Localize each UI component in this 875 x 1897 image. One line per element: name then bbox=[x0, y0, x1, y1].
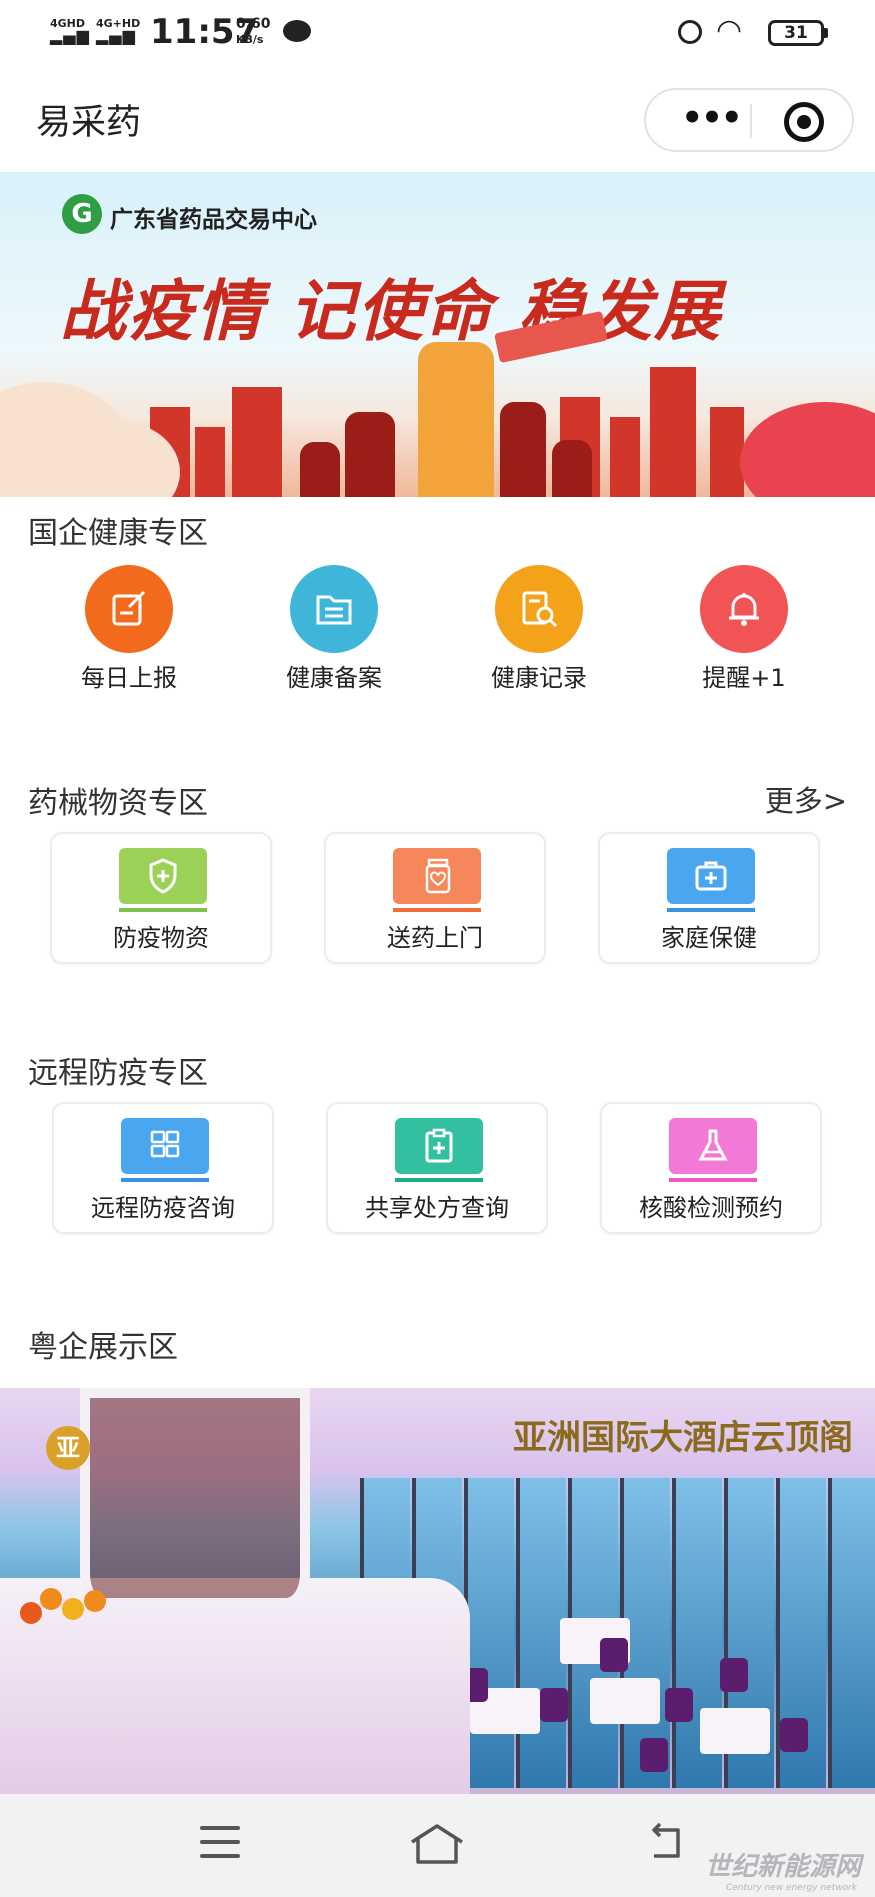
network-speed: 0.60 KB/s bbox=[236, 16, 271, 46]
health-item-label: 提醒+1 bbox=[702, 664, 786, 692]
watermark: 世纪新能源网 bbox=[704, 1852, 861, 1882]
more-menu-button[interactable]: ••• bbox=[676, 98, 746, 142]
health-item-label: 健康记录 bbox=[491, 664, 587, 692]
fruit-decoration bbox=[84, 1590, 106, 1612]
back-icon[interactable] bbox=[646, 1822, 686, 1862]
section-title-supplies: 药械物资专区 bbox=[28, 786, 208, 821]
menu-icon[interactable] bbox=[200, 1826, 240, 1858]
promo-banner[interactable]: G 广东省药品交易中心 战疫情 记使命 稳发展 bbox=[0, 172, 875, 497]
signal-indicator-1: 4GHD ▂▄▆ bbox=[50, 17, 90, 45]
fruit-decoration bbox=[40, 1588, 62, 1610]
dining-table bbox=[590, 1678, 660, 1724]
dining-chair bbox=[780, 1718, 808, 1752]
status-bar: 4GHD ▂▄▆ 4G+HD ▂▄▆ 11:57 0.60 KB/s ◠ 31 bbox=[0, 0, 875, 66]
card-label: 防疫物资 bbox=[113, 924, 209, 952]
skyline-building bbox=[195, 427, 225, 497]
card-remote-consultation[interactable]: 远程防疫咨询 bbox=[52, 1102, 274, 1234]
more-link[interactable]: 更多> bbox=[765, 778, 847, 820]
battery-tip bbox=[824, 28, 828, 38]
card-medicine-delivery[interactable]: 送药上门 bbox=[324, 832, 546, 964]
raised-fist-decoration bbox=[300, 442, 340, 497]
skyline-building bbox=[650, 367, 696, 497]
window-panel bbox=[516, 1478, 566, 1788]
chat-notification-icon bbox=[283, 20, 311, 42]
window-panel bbox=[828, 1478, 875, 1788]
section-title-remote: 远程防疫专区 bbox=[28, 1056, 208, 1091]
prescription-icon bbox=[395, 1118, 483, 1182]
raised-fist-decoration bbox=[500, 402, 546, 497]
watermark-subtitle: Century new energy network bbox=[725, 1883, 857, 1893]
card-label: 共享处方查询 bbox=[365, 1194, 509, 1222]
consult-screen-icon bbox=[121, 1118, 209, 1182]
card-accent-bar bbox=[121, 1178, 209, 1182]
card-accent-bar bbox=[119, 908, 207, 912]
dining-chair bbox=[600, 1638, 628, 1672]
bell-icon bbox=[700, 565, 788, 653]
dining-chair bbox=[540, 1688, 568, 1722]
nav-bar: 易采药 ••• bbox=[0, 66, 875, 172]
battery-level: 31 bbox=[784, 23, 808, 43]
card-accent-bar bbox=[667, 908, 755, 912]
card-label: 家庭保健 bbox=[661, 924, 757, 952]
card-accent-bar bbox=[393, 908, 481, 912]
wifi-icon: ◠ bbox=[716, 13, 743, 48]
skyline-building bbox=[232, 387, 282, 497]
section-title-health: 国企健康专区 bbox=[28, 516, 208, 551]
health-item-label: 每日上报 bbox=[81, 664, 177, 692]
hotel-name: 亚洲国际大酒店云顶阁 bbox=[513, 1418, 853, 1458]
card-label: 送药上门 bbox=[387, 924, 483, 952]
bar-arch bbox=[80, 1388, 310, 1598]
card-nucleic-test-booking[interactable]: 核酸检测预约 bbox=[600, 1102, 822, 1234]
health-item-label: 健康备案 bbox=[286, 664, 382, 692]
signal-indicator-2: 4G+HD ▂▄▆ bbox=[96, 17, 141, 45]
skyline-building bbox=[710, 407, 744, 497]
document-search-icon bbox=[495, 565, 583, 653]
org-logo-icon: G bbox=[62, 194, 102, 234]
card-family-health[interactable]: 家庭保健 bbox=[598, 832, 820, 964]
miniprogram-capsule: ••• bbox=[644, 88, 854, 152]
folder-list-icon bbox=[290, 565, 378, 653]
banner-slogan: 战疫情 记使命 稳发展 bbox=[60, 273, 722, 350]
skyline-building bbox=[610, 417, 640, 497]
fruit-decoration bbox=[20, 1602, 42, 1624]
hotel-logo-icon: 亚 bbox=[46, 1426, 90, 1470]
flask-icon bbox=[669, 1118, 757, 1182]
card-epidemic-supplies[interactable]: 防疫物资 bbox=[50, 832, 272, 964]
fruit-decoration bbox=[62, 1598, 84, 1620]
org-name: 广东省药品交易中心 bbox=[110, 207, 317, 233]
close-miniprogram-button[interactable] bbox=[784, 102, 824, 142]
section-title-showcase: 粤企展示区 bbox=[28, 1330, 178, 1365]
dining-chair bbox=[665, 1688, 693, 1722]
system-nav-bar: 世纪新能源网 Century new energy network bbox=[0, 1794, 875, 1897]
card-prescription-query[interactable]: 共享处方查询 bbox=[326, 1102, 548, 1234]
hotel-showcase-image[interactable]: 亚 亚洲国际大酒店云顶阁 bbox=[0, 1388, 875, 1794]
medical-kit-icon bbox=[667, 848, 755, 912]
card-label: 远程防疫咨询 bbox=[91, 1194, 235, 1222]
edit-icon bbox=[85, 565, 173, 653]
medicine-bottle-icon bbox=[393, 848, 481, 912]
dining-chair bbox=[720, 1658, 748, 1692]
card-accent-bar bbox=[395, 1178, 483, 1182]
dining-chair bbox=[640, 1738, 668, 1772]
shield-plus-icon bbox=[119, 848, 207, 912]
home-icon[interactable] bbox=[408, 1822, 466, 1866]
page-title: 易采药 bbox=[36, 103, 142, 143]
alarm-icon bbox=[678, 20, 702, 44]
dining-table bbox=[700, 1708, 770, 1754]
window-panel bbox=[464, 1478, 514, 1788]
card-label: 核酸检测预约 bbox=[639, 1194, 783, 1222]
flower-decoration bbox=[740, 402, 875, 497]
raised-fist-decoration bbox=[552, 440, 592, 497]
raised-fist-decoration bbox=[345, 412, 395, 497]
raised-fist-decoration bbox=[418, 342, 494, 497]
capsule-divider bbox=[750, 104, 752, 138]
card-accent-bar bbox=[669, 1178, 757, 1182]
battery-icon: 31 bbox=[768, 20, 824, 46]
